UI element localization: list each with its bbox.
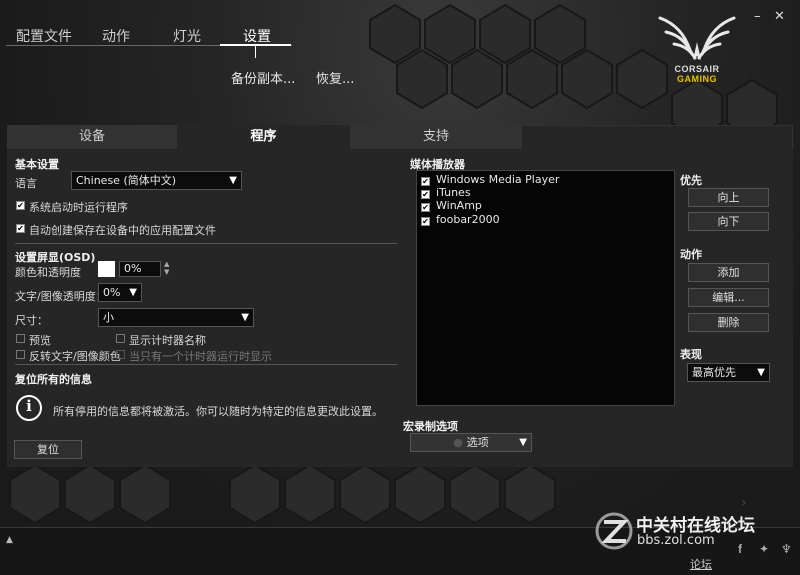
delete-button[interactable]: 删除 — [688, 313, 769, 332]
nav-connector — [255, 46, 256, 58]
player-checkbox[interactable]: ✔ — [421, 177, 430, 186]
player-checkbox[interactable]: ✔ — [421, 203, 430, 212]
list-item[interactable]: ✔ foobar2000 — [421, 213, 500, 226]
move-down-button[interactable]: 向下 — [688, 212, 769, 231]
language-select[interactable]: Chinese (简体中文) ▼ — [71, 171, 242, 190]
basic-settings-title: 基本设置 — [15, 158, 59, 171]
info-icon: i — [16, 395, 42, 421]
nav-actions[interactable]: 动作 — [102, 26, 173, 46]
text-opacity-label: 文字/图像透明度： — [15, 290, 107, 303]
osd-title: 设置屏显(OSD) — [15, 251, 96, 264]
settings-tabs: 设备 程序 支持 — [7, 125, 522, 149]
dropdown-arrow-icon: ▼ — [757, 367, 765, 378]
microphone-icon: ● — [453, 436, 463, 449]
macro-options-label: 选项 — [466, 436, 489, 449]
watermark-url: bbs.zol.com — [637, 533, 715, 548]
twitter-icon[interactable]: ✦ — [759, 542, 769, 556]
corsair-gaming-logo: CORSAIR GAMING — [652, 12, 742, 87]
close-button[interactable]: ✕ — [774, 9, 785, 24]
preview-label: 预览 — [29, 334, 51, 347]
forum-link[interactable]: 论坛 — [690, 556, 712, 572]
dropdown-arrow-icon: ▼ — [241, 312, 249, 323]
color-opacity-label: 颜色和透明度 — [15, 266, 81, 279]
action-label: 动作 — [680, 248, 702, 261]
top-navigation: 配置文件 动作 灯光 设置 — [16, 26, 271, 46]
startup-checkbox[interactable]: ✔ — [16, 201, 25, 210]
autocreate-label: 自动创建保存在设备中的应用配置文件 — [29, 224, 216, 237]
player-name: foobar2000 — [436, 213, 500, 226]
reset-title: 复位所有的信息 — [15, 373, 92, 386]
only-one-timer-checkbox[interactable] — [116, 350, 125, 359]
chevron-right-icon[interactable]: › — [741, 495, 747, 511]
show-timer-name-checkbox[interactable] — [116, 334, 125, 343]
opacity-spinner-icon[interactable]: ▲ ▼ — [164, 260, 169, 276]
logo-text-gaming: GAMING — [677, 74, 717, 84]
corsair-social-icon[interactable]: ♆ — [781, 542, 792, 556]
color-swatch[interactable] — [98, 261, 115, 277]
list-item[interactable]: ✔ WinAmp — [421, 199, 482, 212]
zol-watermark-logo-icon — [595, 512, 633, 550]
size-select-value: 小 — [103, 311, 114, 324]
language-select-value: Chinese (简体中文) — [76, 174, 177, 187]
size-label: 尺寸： — [15, 314, 48, 327]
performance-select[interactable]: 最高优先 ▼ — [687, 363, 770, 382]
performance-select-value: 最高优先 — [692, 366, 736, 379]
dropdown-arrow-icon: ▼ — [129, 287, 137, 298]
section-divider — [15, 364, 397, 365]
player-name: Windows Media Player — [436, 173, 560, 186]
player-name: iTunes — [436, 186, 471, 199]
player-checkbox[interactable]: ✔ — [421, 190, 430, 199]
player-name: WinAmp — [436, 199, 482, 212]
startup-label: 系统启动时运行程序 — [29, 201, 128, 214]
performance-label: 表现 — [680, 348, 702, 361]
list-item[interactable]: ✔ iTunes — [421, 186, 471, 199]
logo-text-corsair: CORSAIR — [674, 64, 720, 74]
size-select[interactable]: 小 ▼ — [98, 308, 254, 327]
add-button[interactable]: 添加 — [688, 263, 769, 282]
expand-arrow-icon[interactable]: ▲ — [6, 535, 13, 545]
preview-checkbox[interactable] — [16, 334, 25, 343]
dropdown-arrow-icon: ▼ — [229, 175, 237, 186]
backup-link[interactable]: 备份副本... — [231, 68, 295, 87]
text-opacity-select[interactable]: 0% ▼ — [98, 283, 142, 302]
language-label: 语言 — [15, 177, 37, 190]
media-player-list[interactable]: ✔ Windows Media Player ✔ iTunes ✔ WinAmp ✔ f… — [416, 170, 675, 406]
tab-device[interactable]: 设备 — [7, 125, 177, 149]
macro-options-title: 宏录制选项 — [403, 420, 458, 433]
nav-settings[interactable]: 设置 — [243, 26, 271, 46]
reset-button[interactable]: 复位 — [14, 440, 82, 459]
tab-support[interactable]: 支持 — [350, 125, 522, 149]
list-item[interactable]: ✔ Windows Media Player — [421, 173, 559, 186]
only-one-timer-label: 当只有一个计时器运行时显示 — [129, 350, 272, 363]
color-opacity-input[interactable]: 0% — [119, 261, 161, 277]
priority-label: 优先 — [680, 174, 702, 187]
section-divider — [15, 243, 397, 244]
facebook-icon[interactable]: f — [738, 542, 742, 556]
reset-info-text: 所有停用的信息都将被激活。你可以随时为特定的信息更改此设置。 — [53, 405, 383, 418]
tab-program[interactable]: 程序 — [177, 125, 350, 149]
restore-link[interactable]: 恢复... — [316, 68, 354, 87]
corsair-sails-icon — [658, 16, 736, 60]
program-settings-content: 基本设置 语言 Chinese (简体中文) ▼ ✔ 系统启动时运行程序 ✔ 自… — [7, 149, 793, 467]
move-up-button[interactable]: 向上 — [688, 188, 769, 207]
autocreate-checkbox[interactable]: ✔ — [16, 224, 25, 233]
invert-colors-checkbox[interactable] — [16, 350, 25, 359]
show-timer-name-label: 显示计时器名称 — [129, 334, 206, 347]
macro-options-button[interactable]: ● 选项 ▼ — [410, 433, 532, 452]
color-opacity-value: 0% — [124, 262, 142, 275]
invert-colors-label: 反转文字/图像颜色 — [29, 350, 121, 363]
text-opacity-value: 0% — [103, 286, 121, 299]
edit-button[interactable]: 编辑... — [688, 288, 769, 307]
nav-lighting[interactable]: 灯光 — [173, 26, 243, 46]
minimize-button[interactable]: – — [754, 9, 761, 24]
player-checkbox[interactable]: ✔ — [421, 217, 430, 226]
nav-profiles[interactable]: 配置文件 — [16, 26, 102, 46]
dropdown-arrow-icon: ▼ — [519, 437, 527, 448]
